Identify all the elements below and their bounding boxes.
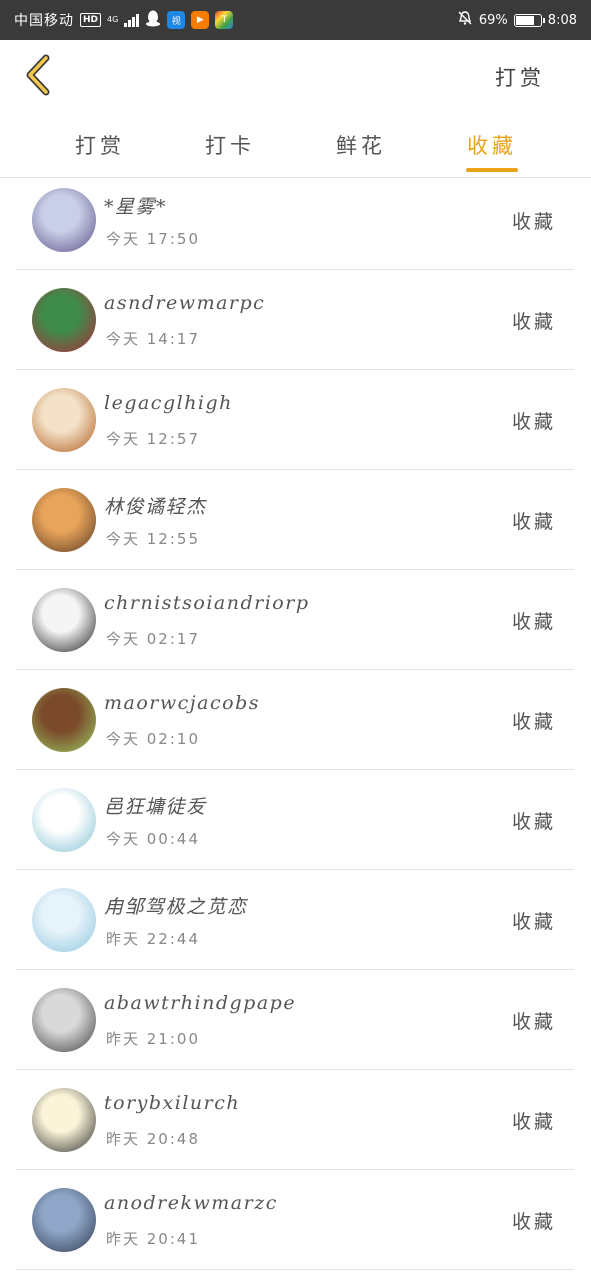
- timestamp: 今天 12:57: [106, 430, 200, 448]
- signal-icon: [124, 13, 140, 27]
- tab-reward[interactable]: 打赏: [60, 130, 140, 160]
- favorite-label: 收藏: [511, 811, 556, 833]
- user-name: anodrekwmarzc: [104, 1192, 278, 1214]
- favorite-label: 收藏: [511, 211, 556, 233]
- favorite-label: 收藏: [511, 1111, 556, 1133]
- avatar[interactable]: [32, 188, 96, 252]
- list-item[interactable]: chrnistsoiandriorp 今天 02:17 收藏: [16, 570, 574, 670]
- battery-percent: 69%: [478, 12, 508, 28]
- chevron-left-icon: [26, 54, 50, 96]
- timestamp: 昨天 20:41: [106, 1230, 200, 1248]
- favorite-label: 收藏: [511, 1011, 556, 1033]
- tab-flowers[interactable]: 鲜花: [321, 130, 401, 160]
- user-name: legacglhigh: [104, 392, 233, 414]
- timestamp: 昨天 20:48: [106, 1130, 200, 1148]
- battery-icon: [513, 13, 545, 27]
- timestamp: 今天 12:55: [106, 530, 200, 548]
- avatar[interactable]: [32, 888, 96, 952]
- tab-checkin[interactable]: 打卡: [190, 130, 270, 160]
- timestamp: 今天 14:17: [106, 330, 200, 348]
- timestamp: 今天 02:17: [106, 630, 200, 648]
- list-item[interactable]: 甪邹驾极之苋恋昨天 22:44 收藏: [16, 870, 574, 970]
- hd-badge: HD: [80, 13, 102, 27]
- user-name: torybxilurch: [104, 1092, 241, 1114]
- app-orange-icon: ▶: [191, 11, 210, 29]
- avatar[interactable]: [32, 1088, 96, 1152]
- clock: 8:08: [547, 12, 577, 28]
- qq-icon: [145, 9, 161, 31]
- avatar[interactable]: [32, 488, 96, 552]
- favorites-list: *星雾* 今天 17:50 收藏 asndrewmarpc 今天 14:17 收藏 lega…: [16, 170, 574, 1270]
- list-item[interactable]: maorwcjacobs 今天 02:10 收藏: [16, 670, 574, 770]
- timestamp: 昨天 22:44: [106, 930, 200, 948]
- favorite-label: 收藏: [511, 711, 556, 733]
- avatar[interactable]: [32, 688, 96, 752]
- avatar[interactable]: [32, 288, 96, 352]
- user-name: chrnistsoiandriorp: [104, 592, 310, 614]
- favorite-label: 收藏: [511, 511, 556, 533]
- avatar[interactable]: [32, 388, 96, 452]
- user-name: *星雾*: [104, 196, 168, 218]
- status-bar: 中国移动 HD 4G 视 ▶ T 69% 8:08: [0, 0, 591, 40]
- user-name: 林俊谲轻杰: [104, 496, 207, 518]
- timestamp: 今天 00:44: [106, 830, 200, 848]
- list-item[interactable]: abawtrhindgpape 昨天 21:00 收藏: [16, 970, 574, 1070]
- tab-favorites[interactable]: 收藏: [452, 130, 532, 160]
- timestamp: 昨天 21:00: [106, 1030, 200, 1048]
- favorite-label: 收藏: [511, 911, 556, 933]
- favorite-label: 收藏: [511, 611, 556, 633]
- user-name: abawtrhindgpape: [104, 992, 297, 1014]
- app-blue-icon: 视: [167, 11, 186, 29]
- user-name: 甪邹驾极之苋恋: [104, 896, 248, 918]
- favorite-label: 收藏: [511, 411, 556, 433]
- list-item[interactable]: torybxilurch 昨天 20:48 收藏: [16, 1070, 574, 1170]
- user-name: asndrewmarpc: [104, 292, 266, 314]
- list-item[interactable]: 林俊谲轻杰今天 12:55 收藏: [16, 470, 574, 570]
- app-multicolor-icon: T: [215, 11, 234, 29]
- mute-icon: [457, 10, 473, 30]
- list-item[interactable]: *星雾* 今天 17:50 收藏: [16, 170, 574, 270]
- carrier-label: 中国移动: [14, 13, 74, 29]
- list-item[interactable]: legacglhigh 今天 12:57 收藏: [16, 370, 574, 470]
- network-type: 4G: [107, 15, 119, 24]
- avatar[interactable]: [32, 788, 96, 852]
- user-name: maorwcjacobs: [104, 692, 260, 714]
- top-app-bar: 打赏: [0, 40, 591, 110]
- list-item[interactable]: 邑狂墉徒叐今天 00:44 收藏: [16, 770, 574, 870]
- header-tip-button[interactable]: 打赏: [495, 62, 545, 92]
- list-item[interactable]: anodrekwmarzc 昨天 20:41 收藏: [16, 1170, 574, 1270]
- avatar[interactable]: [32, 588, 96, 652]
- favorite-label: 收藏: [511, 1211, 556, 1233]
- avatar[interactable]: [32, 988, 96, 1052]
- user-name: 邑狂墉徒叐: [104, 796, 207, 818]
- favorite-label: 收藏: [511, 311, 556, 333]
- back-button[interactable]: [22, 54, 56, 96]
- timestamp: 今天 02:10: [106, 730, 200, 748]
- timestamp: 今天 17:50: [106, 230, 200, 248]
- list-item[interactable]: asndrewmarpc 今天 14:17 收藏: [16, 270, 574, 370]
- avatar[interactable]: [32, 1188, 96, 1252]
